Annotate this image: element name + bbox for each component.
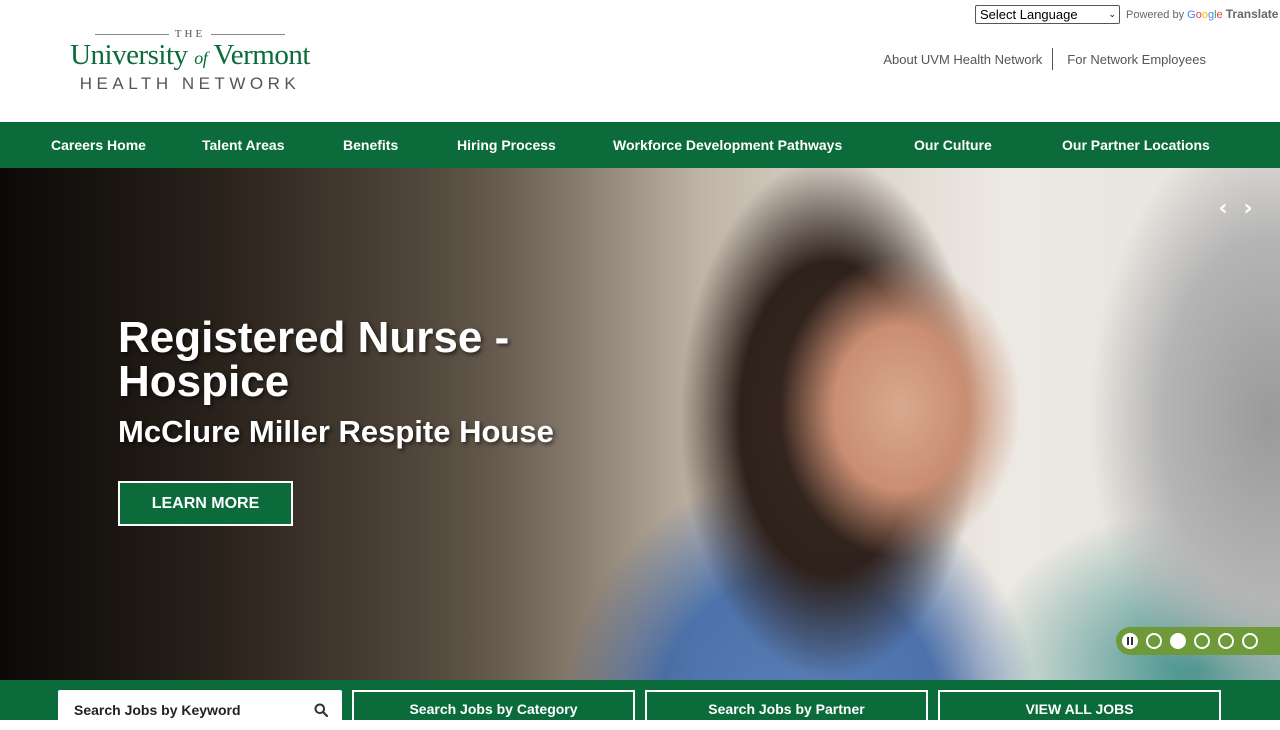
chevron-right-icon[interactable]: › <box>1238 198 1258 220</box>
view-all-jobs-button[interactable]: VIEW ALL JOBS <box>938 690 1221 730</box>
slide-dot[interactable] <box>1194 633 1210 649</box>
job-search-bar: Search Jobs by Keyword Search Jobs by Ca… <box>0 680 1280 730</box>
search-by-partner-button[interactable]: Search Jobs by Partner <box>645 690 928 730</box>
utility-links: About UVM Health Network For Network Emp… <box>883 48 1206 70</box>
site-header: THE University of Vermont HEALTH NETWORK… <box>0 0 1280 122</box>
slide-dot[interactable] <box>1242 633 1258 649</box>
slide-dot[interactable] <box>1218 633 1234 649</box>
search-icon[interactable] <box>314 703 328 717</box>
slide-dot-active[interactable] <box>1170 633 1186 649</box>
language-select[interactable]: Select Language ⌄ <box>975 4 1120 24</box>
uvm-health-network-logo[interactable]: THE University of Vermont HEALTH NETWORK <box>66 28 314 102</box>
learn-more-button[interactable]: LEARN MORE <box>118 481 293 526</box>
nav-our-culture[interactable]: Our Culture <box>914 122 992 168</box>
logo-university-of-vermont: University of Vermont <box>70 39 310 71</box>
slide-dot[interactable] <box>1146 633 1162 649</box>
main-nav: Careers Home Talent Areas Benefits Hirin… <box>0 122 1280 168</box>
logo-health-network: HEALTH NETWORK <box>79 74 301 93</box>
keyword-search-input[interactable]: Search Jobs by Keyword <box>58 690 342 730</box>
hero-subtitle: McClure Miller Respite House <box>118 414 554 449</box>
nav-workforce-development-pathways[interactable]: Workforce Development Pathways <box>613 122 842 168</box>
nav-our-partner-locations[interactable]: Our Partner Locations <box>1062 122 1210 168</box>
hero-title: Registered Nurse - Hospice <box>118 313 510 406</box>
about-uvm-health-network-link[interactable]: About UVM Health Network <box>883 52 1042 67</box>
divider <box>1052 48 1054 70</box>
chevron-left-icon[interactable]: ‹ <box>1213 198 1233 220</box>
pause-icon[interactable] <box>1122 633 1138 649</box>
nav-benefits[interactable]: Benefits <box>343 122 398 168</box>
nav-talent-areas[interactable]: Talent Areas <box>202 122 284 168</box>
nav-hiring-process[interactable]: Hiring Process <box>457 122 556 168</box>
hero-carousel: Registered Nurse - Hospice McClure Mille… <box>0 168 1280 680</box>
chevron-down-icon: ⌄ <box>1108 8 1116 19</box>
search-by-category-button[interactable]: Search Jobs by Category <box>352 690 635 730</box>
nav-careers-home[interactable]: Careers Home <box>51 122 146 168</box>
google-logo: Google <box>1187 9 1223 21</box>
carousel-pager <box>1116 627 1280 655</box>
for-network-employees-link[interactable]: For Network Employees <box>1067 52 1206 67</box>
google-translate-widget: Select Language ⌄ Powered by Google Tran… <box>975 4 1278 24</box>
powered-by-google-translate[interactable]: Powered by Google Translate <box>1126 7 1278 21</box>
